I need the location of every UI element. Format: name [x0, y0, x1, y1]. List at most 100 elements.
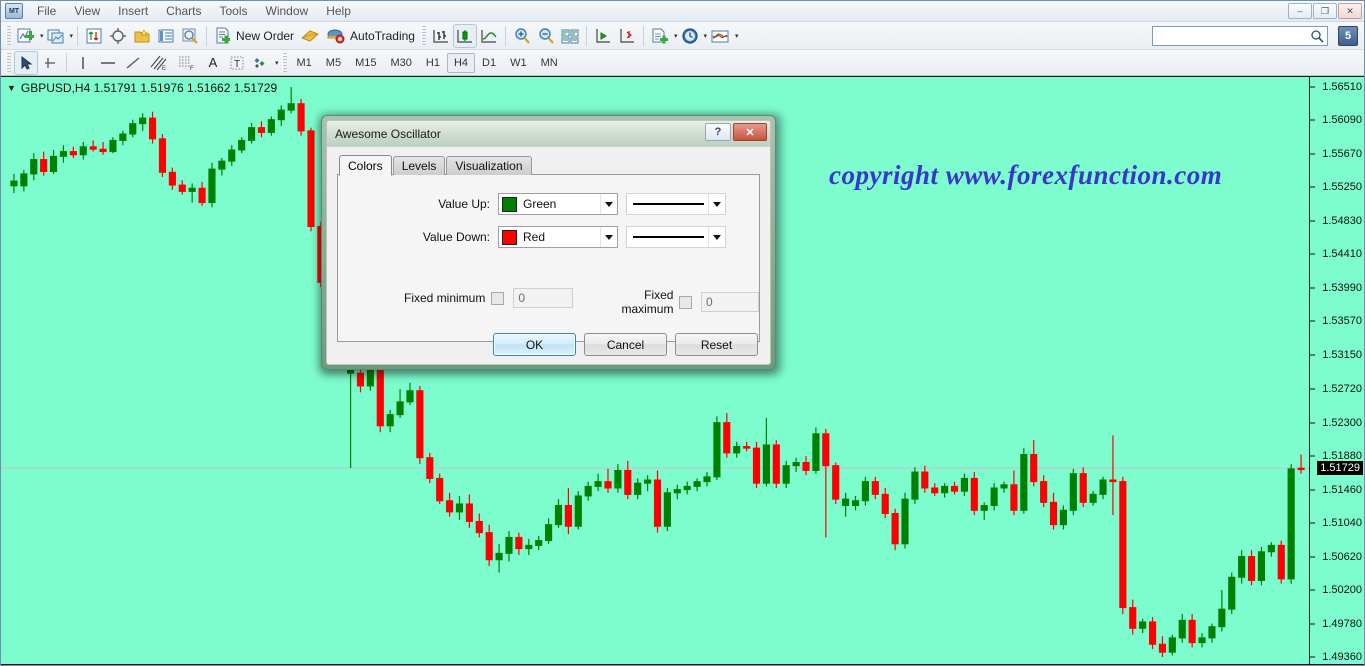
fixed-maximum-input[interactable]: 0	[701, 292, 759, 312]
new-chart-icon	[17, 28, 34, 42]
minimize-button[interactable]: –	[1288, 3, 1312, 19]
menu-item-tools[interactable]: Tools	[211, 1, 257, 21]
trendline-button[interactable]	[121, 51, 145, 75]
menu-item-insert[interactable]: Insert	[109, 1, 157, 21]
candle	[1178, 613, 1186, 643]
ok-button[interactable]: OK	[493, 333, 576, 356]
equidistant-channel-button[interactable]: E	[145, 51, 173, 75]
shapes-button[interactable]	[249, 51, 273, 75]
fixed-maximum-checkbox[interactable]	[679, 295, 693, 309]
vertical-line-button[interactable]	[71, 51, 95, 75]
new-chart-caret-icon[interactable]: ▾	[40, 32, 44, 40]
profiles-caret-icon[interactable]: ▾	[70, 32, 74, 40]
toolbar-grip-2[interactable]	[420, 25, 426, 46]
timeframe-m15[interactable]: M15	[348, 53, 383, 73]
menu-item-window[interactable]: Window	[257, 1, 318, 21]
navigator-button[interactable]	[130, 24, 154, 48]
close-button[interactable]: ✕	[1338, 3, 1362, 19]
zoom-out-button[interactable]	[534, 24, 558, 48]
tab-colors[interactable]: Colors	[339, 155, 392, 176]
chart-shift-button[interactable]	[615, 24, 639, 48]
dialog-close-button[interactable]: ✕	[733, 123, 767, 141]
timeframe-d1[interactable]: D1	[475, 53, 503, 73]
dialog-help-button[interactable]: ?	[705, 123, 731, 141]
indicators-button[interactable]	[707, 24, 733, 48]
value-down-chevron-down-icon[interactable]	[600, 227, 617, 247]
new-order-button[interactable]: New Order	[211, 24, 297, 48]
bar-chart-button[interactable]	[429, 24, 453, 48]
dialog-title-bar[interactable]: Awesome Oscillator ? ✕	[327, 121, 770, 147]
value-up-color-select[interactable]: Green	[498, 193, 618, 215]
menu-item-charts[interactable]: Charts	[157, 1, 210, 21]
price-axis[interactable]: 1.56510 1.56090 1.55670 1.55250 1.54830 1.544…	[1309, 77, 1364, 664]
search-input[interactable]	[1156, 29, 1310, 43]
maximize-button[interactable]: ❐	[1313, 3, 1337, 19]
dialog-buttons: OK Cancel Reset	[327, 333, 770, 356]
cancel-button[interactable]: Cancel	[584, 333, 667, 356]
horizontal-line-button[interactable]	[95, 51, 121, 75]
price-tick-label: 1.49360	[1322, 651, 1362, 663]
timeframe-mn[interactable]: MN	[534, 53, 565, 73]
timeframe-m5[interactable]: M5	[319, 53, 348, 73]
value-down-linestyle-select[interactable]	[626, 226, 726, 248]
data-window-button[interactable]	[106, 24, 130, 48]
timeframe-w1[interactable]: W1	[503, 53, 534, 73]
new-chart-button[interactable]	[14, 24, 38, 48]
crosshair-tool-button[interactable]	[38, 51, 62, 75]
price-tick-label: 1.51040	[1322, 517, 1362, 530]
tile-windows-button[interactable]	[558, 24, 582, 48]
value-down-color-select[interactable]: Red	[498, 226, 618, 248]
timeframe-h1[interactable]: H1	[419, 53, 447, 73]
fixed-minimum-checkbox[interactable]	[491, 291, 505, 305]
notifications-badge[interactable]: 5	[1338, 26, 1358, 46]
text-tool-button[interactable]: A	[201, 51, 225, 75]
cursor-tool-button[interactable]	[14, 50, 38, 75]
candle	[1000, 481, 1008, 493]
value-up-linestyle-chevron-down-icon[interactable]	[708, 194, 725, 214]
candle	[733, 441, 741, 458]
candle	[1040, 475, 1048, 508]
drawing-toolbar-grip[interactable]	[6, 52, 11, 73]
autotrading-button[interactable]: AutoTrading	[323, 24, 418, 48]
chart-collapse-icon[interactable]: ▼	[7, 83, 16, 93]
strategy-tester-icon	[182, 28, 198, 44]
indicators-caret-icon[interactable]: ▾	[735, 32, 739, 40]
menu-item-view[interactable]: View	[65, 1, 109, 21]
profiles-button[interactable]	[44, 24, 68, 48]
fibonacci-button[interactable]: F	[173, 51, 201, 75]
zoom-in-button[interactable]	[510, 24, 534, 48]
menu-item-help[interactable]: Help	[317, 1, 360, 21]
value-down-linestyle-chevron-down-icon[interactable]	[708, 227, 725, 247]
value-down-line-preview-icon	[633, 236, 704, 238]
market-watch-button[interactable]	[82, 24, 106, 48]
text-label-button[interactable]: T	[225, 51, 249, 75]
value-up-chevron-down-icon[interactable]	[600, 194, 617, 214]
shapes-caret-icon[interactable]: ▾	[275, 59, 279, 67]
periods-button[interactable]	[678, 24, 702, 48]
tab-levels[interactable]: Levels	[392, 156, 446, 175]
price-tick-label: 1.56090	[1322, 114, 1362, 127]
menu-item-file[interactable]: File	[28, 1, 65, 21]
auto-scroll-button[interactable]	[591, 24, 615, 48]
toolbar-grip[interactable]	[6, 25, 11, 46]
terminal-button[interactable]	[154, 24, 178, 48]
reset-button[interactable]: Reset	[675, 333, 758, 356]
value-up-linestyle-select[interactable]	[626, 193, 726, 215]
line-chart-button[interactable]	[477, 24, 501, 48]
menu-bar: MT File View Insert Charts Tools Window …	[1, 1, 1364, 22]
templates-caret-icon[interactable]: ▾	[674, 32, 678, 40]
timeframe-m30[interactable]: M30	[383, 53, 418, 73]
candlestick-chart-button[interactable]	[452, 23, 477, 48]
candle	[564, 487, 572, 535]
timeframe-grip[interactable]	[281, 52, 287, 73]
timeframe-h4[interactable]: H4	[446, 52, 476, 73]
tab-visualization[interactable]: Visualization	[446, 156, 532, 175]
search-box[interactable]	[1152, 26, 1328, 46]
strategy-tester-button[interactable]	[178, 24, 202, 48]
metaeditor-button[interactable]	[297, 24, 323, 48]
colors-tab-panel: Value Up: Green Value Down: Red Fixed mi…	[337, 174, 760, 342]
fixed-minimum-input[interactable]: 0	[513, 288, 574, 308]
templates-button[interactable]	[648, 24, 672, 48]
value-up-row: Value Up: Green	[348, 193, 756, 215]
timeframe-m1[interactable]: M1	[290, 53, 319, 73]
